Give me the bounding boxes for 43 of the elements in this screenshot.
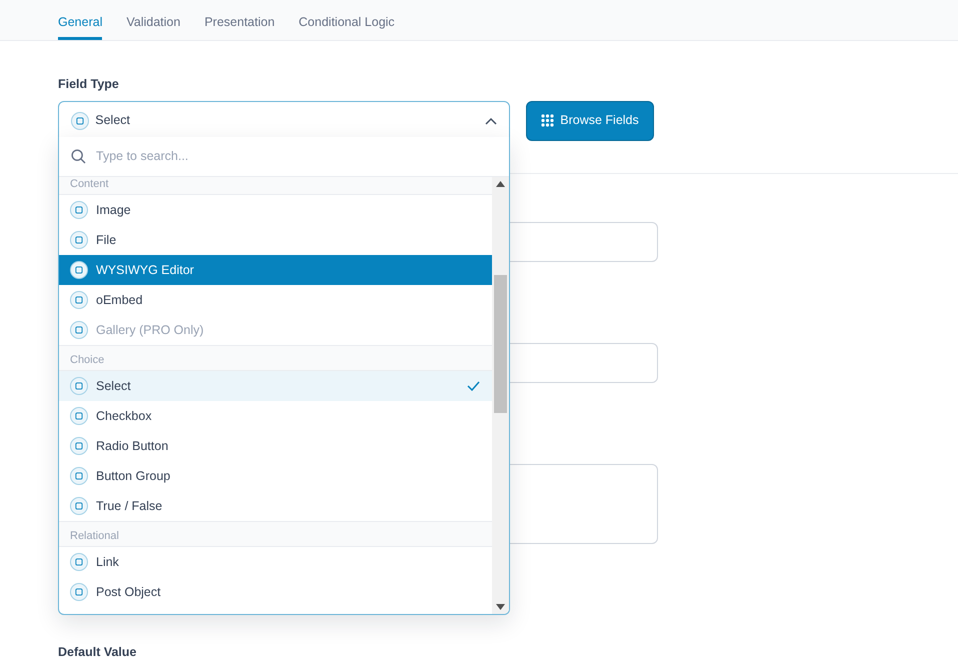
scrollbar-thumb[interactable] <box>494 275 507 413</box>
field-type-option[interactable]: True / False <box>59 491 492 521</box>
field-type-option[interactable]: Image <box>59 195 492 225</box>
field-type-icon <box>70 201 88 219</box>
check-icon <box>467 381 480 391</box>
scrollbar[interactable] <box>492 177 509 614</box>
browse-fields-button[interactable]: Browse Fields <box>526 100 654 141</box>
field-type-icon <box>70 231 88 249</box>
field-type-icon <box>71 112 89 130</box>
tab[interactable]: Conditional Logic <box>298 0 395 40</box>
group-heading: Relational <box>70 529 119 544</box>
field-type-option[interactable]: Post Object <box>59 577 492 607</box>
scroll-down-arrow-icon[interactable] <box>496 604 505 610</box>
chevron-icon <box>485 116 497 125</box>
search-icon <box>71 149 86 164</box>
field-type-option[interactable]: WYSIWYG Editor <box>59 255 492 285</box>
tab[interactable]: General <box>58 0 102 40</box>
field-type-option[interactable]: Select <box>59 371 492 401</box>
field-type-option[interactable]: File <box>59 225 492 255</box>
field-type-option[interactable]: Radio Button <box>59 431 492 461</box>
field-type-icon <box>70 261 88 279</box>
scroll-up-arrow-icon[interactable] <box>496 181 505 187</box>
field-type-option[interactable]: Button Group <box>59 461 492 491</box>
field-type-icon <box>70 467 88 485</box>
field-type-icon <box>70 497 88 515</box>
field-type-option[interactable]: oEmbed <box>59 285 492 315</box>
tab[interactable]: Presentation <box>204 0 275 40</box>
field-label: Field Type <box>58 76 119 93</box>
group-heading: Content <box>70 177 109 192</box>
field-type-icon <box>70 437 88 455</box>
field-type-option[interactable]: Checkbox <box>59 401 492 431</box>
group-heading: Choice <box>70 353 104 368</box>
tab[interactable]: Validation <box>126 0 180 40</box>
field-type-icon <box>70 321 88 339</box>
field-type-icon <box>70 291 88 309</box>
field-type-icon <box>70 377 88 395</box>
grid-icon <box>541 114 554 128</box>
field-label: Default Value <box>58 644 136 659</box>
field-type-icon <box>70 583 88 601</box>
field-type-option[interactable]: Link <box>59 547 492 577</box>
select-value: Select <box>95 112 131 130</box>
field-type-icon <box>70 553 88 571</box>
field-type-icon <box>70 407 88 425</box>
